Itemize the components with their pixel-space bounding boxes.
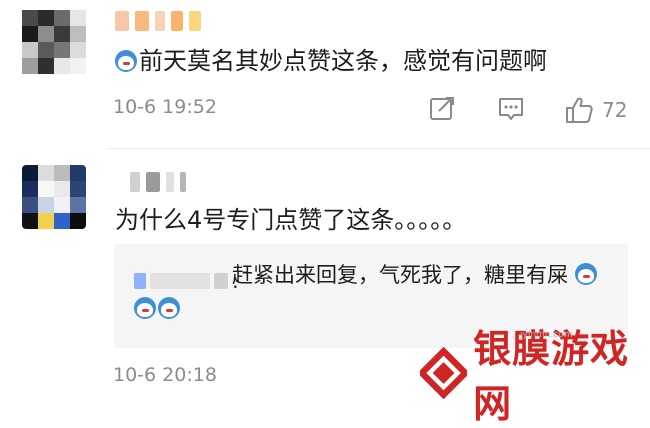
username[interactable] [130, 170, 186, 194]
username[interactable] [115, 9, 201, 33]
like-count: 72 [602, 98, 628, 122]
watermark: 银膜游戏网 [420, 327, 650, 426]
comment-text: 前天莫名其妙点赞这条，感觉有问题啊 [115, 44, 547, 78]
comment-time: 10-6 19:52 [113, 96, 217, 118]
comment-text: 为什么4号专门点赞了这条。。。。。 [115, 206, 467, 234]
reply-text: 赶紧出来回复，气死我了，糖里有屎 [134, 258, 604, 326]
edit-icon [430, 97, 454, 120]
emoji-icon [134, 297, 156, 319]
comment-button[interactable] [497, 95, 525, 125]
avatar[interactable] [22, 10, 86, 74]
repost-button[interactable] [428, 95, 456, 125]
like-icon [566, 97, 593, 123]
emoji-icon [115, 50, 137, 72]
watermark-url: jylnmn.com [520, 330, 573, 340]
emoji-icon [574, 263, 597, 285]
like-button[interactable]: 72 [564, 95, 627, 125]
divider [108, 148, 650, 149]
watermark-logo-icon [420, 347, 468, 399]
comment-time: 10-6 20:18 [113, 364, 217, 386]
comment-icon [499, 98, 523, 120]
comment-item: 前天莫名其妙点赞这条，感觉有问题啊 10-6 19:52 72 [0, 0, 650, 148]
emoji-icon [158, 297, 180, 319]
avatar[interactable] [22, 165, 86, 229]
